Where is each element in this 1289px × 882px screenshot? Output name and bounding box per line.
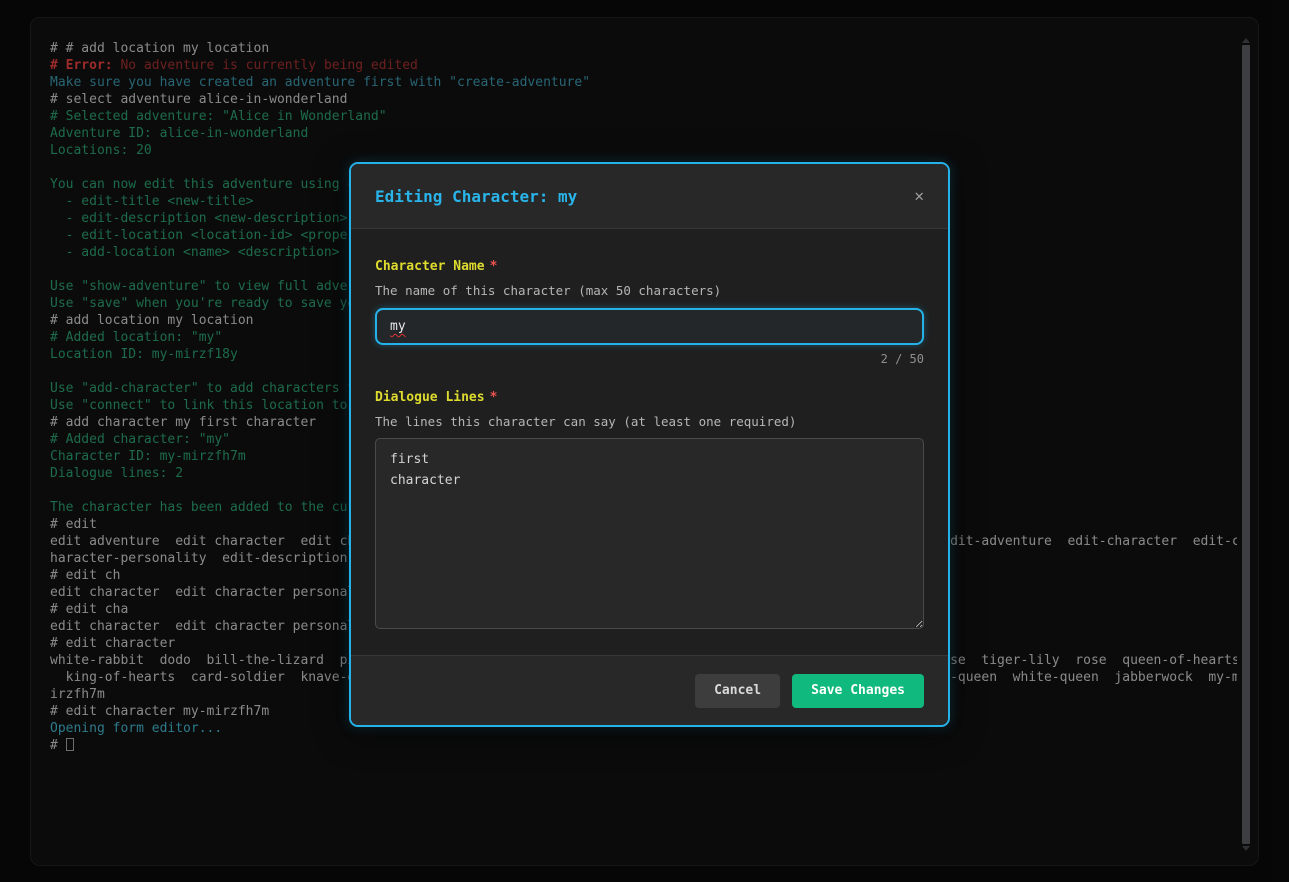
dialogue-lines-label: Dialogue Lines * [375,390,924,405]
required-asterisk: * [489,390,498,405]
required-asterisk: * [489,259,498,274]
modal-footer: Cancel Save Changes [351,655,948,725]
desktop-background: # # add location my location # Error: No … [0,0,1289,882]
dialogue-lines-textarea[interactable]: first character [375,438,924,629]
character-name-field: Character Name * The name of this charact… [375,259,924,366]
label-text: Character Name [375,259,485,274]
modal-title: Editing Character: my [375,186,578,206]
character-name-value: my [390,319,406,334]
character-name-help: The name of this character (max 50 chara… [375,283,722,298]
cancel-button[interactable]: Cancel [695,673,781,708]
dialogue-lines-help: The lines this character can say (at lea… [375,414,797,429]
character-name-input[interactable]: my [375,308,924,345]
dialogue-lines-field: Dialogue Lines * The lines this character… [375,390,924,629]
character-count: 2 / 50 [880,352,924,366]
modal-header: Editing Character: my ✕ [351,164,948,229]
modal-body: Character Name * The name of this charact… [351,229,948,655]
save-button[interactable]: Save Changes [792,673,924,708]
edit-character-modal: Editing Character: my ✕ Character Name * … [349,162,950,727]
close-icon[interactable]: ✕ [914,188,924,204]
character-name-label: Character Name * [375,259,924,274]
label-text: Dialogue Lines [375,390,485,405]
